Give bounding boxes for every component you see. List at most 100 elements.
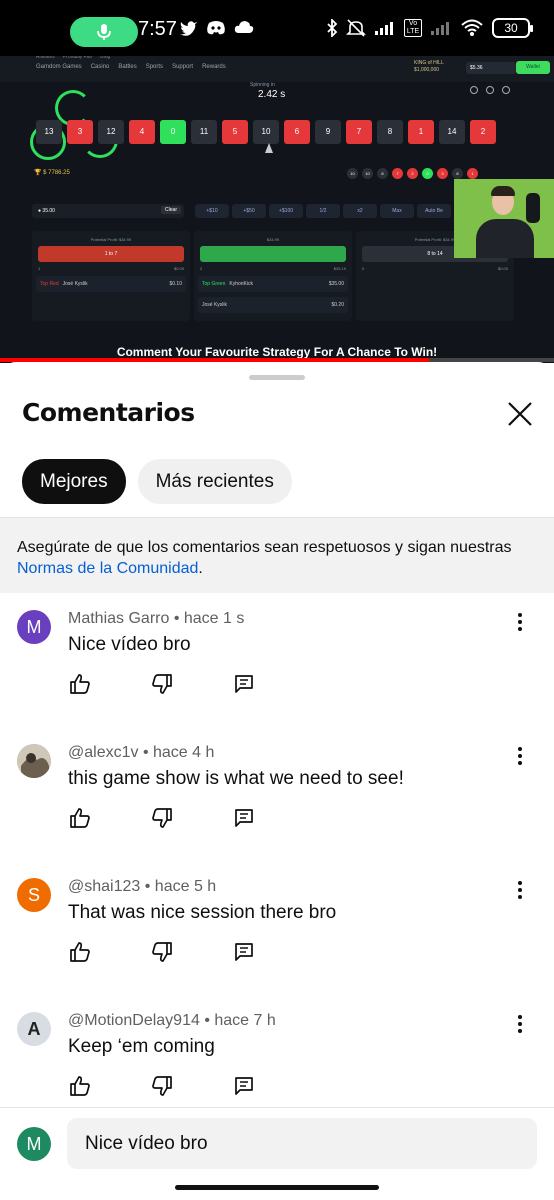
- comment-meta: @shai123 • hace 5 h: [68, 878, 217, 895]
- roulette-tile: 1: [408, 120, 434, 144]
- roulette-tile: 9: [315, 120, 341, 144]
- recent-result: 0: [422, 168, 433, 179]
- community-guidelines-link[interactable]: Normas de la Comunidad: [17, 560, 198, 577]
- recent-result: 10: [347, 168, 358, 179]
- roulette-tile: 0: [160, 120, 186, 144]
- comment-text: Keep ‘em coming: [68, 1036, 215, 1057]
- video-player[interactable]: Affiliates Provably Fair Blog Gamdom Games…: [0, 56, 554, 363]
- comment-author: @shai123: [68, 878, 141, 895]
- more-options-icon[interactable]: [510, 744, 530, 768]
- battery-indicator: 30: [492, 18, 533, 38]
- comment-time: hace 1 s: [183, 610, 245, 627]
- spinning-time: 2.42 s: [258, 89, 286, 100]
- comment-author: Mathias Garro: [68, 610, 170, 627]
- roulette-tile: 11: [191, 120, 217, 144]
- reply-icon[interactable]: [232, 806, 256, 830]
- site-sublink: Blog: [100, 56, 111, 60]
- dislike-icon[interactable]: [150, 806, 174, 830]
- site-link: Casino: [90, 64, 110, 70]
- bet-quick-button: 1/2: [306, 204, 340, 218]
- comment-avatar[interactable]: A: [17, 1012, 51, 1046]
- more-options-icon[interactable]: [510, 610, 530, 634]
- site-link: Battles: [118, 64, 137, 70]
- bet-quick-button: +$100: [269, 204, 303, 218]
- dislike-icon[interactable]: [150, 672, 174, 696]
- like-icon[interactable]: [68, 672, 92, 696]
- status-bar: 7:57 Vo LTE 30: [0, 0, 554, 56]
- microphone-icon: [97, 24, 111, 40]
- more-options-icon[interactable]: [510, 1012, 530, 1036]
- recent-result: 2: [407, 168, 418, 179]
- reply-icon[interactable]: [232, 940, 256, 964]
- more-options-icon[interactable]: [510, 878, 530, 902]
- drag-handle[interactable]: [249, 375, 305, 380]
- recent-result: 8: [452, 168, 463, 179]
- comment-avatar[interactable]: M: [17, 610, 51, 644]
- clock: 7:57: [138, 18, 177, 40]
- site-link: Rewards: [202, 64, 226, 70]
- comment-item: @alexc1v • hace 4 h this game show is wha…: [0, 744, 554, 878]
- site-sublinks: Affiliates Provably Fair Blog: [36, 56, 110, 60]
- dislike-icon[interactable]: [150, 1074, 174, 1098]
- comment-avatar[interactable]: S: [17, 878, 51, 912]
- site-sublink: Affiliates: [36, 56, 55, 60]
- tab-mejores[interactable]: Mejores: [22, 459, 126, 504]
- roulette-pointer: [265, 143, 273, 153]
- comment-avatar[interactable]: [17, 744, 51, 778]
- bet-column: $34.99 2 $35.19 Top Green KyhonKick $35.00 Jos…: [194, 231, 352, 321]
- dislike-icon[interactable]: [150, 940, 174, 964]
- bet-amount-field: ● 35.00 Clear: [32, 204, 184, 218]
- tab-mas-recientes[interactable]: Más recientes: [137, 459, 292, 504]
- roulette-tile: 5: [222, 120, 248, 144]
- roulette-tile: 4: [129, 120, 155, 144]
- site-controls: [470, 86, 510, 94]
- spinning-label: Spinning in: [250, 82, 275, 88]
- comment-meta: Mathias Garro • hace 1 s: [68, 610, 245, 627]
- trophy-amount: 🏆 $ 7786.25: [34, 170, 70, 176]
- comment-actions: [68, 806, 256, 830]
- roulette-tile: 2: [470, 120, 496, 144]
- recent-result: 3: [437, 168, 448, 179]
- comment-actions: [68, 940, 256, 964]
- roulette-tile: 13: [36, 120, 62, 144]
- reply-icon[interactable]: [232, 672, 256, 696]
- brand-logo: KING of HILL $1,000,000: [414, 60, 444, 73]
- site-link: Gamdom Games: [36, 64, 82, 70]
- signal-icon: [375, 22, 393, 35]
- mic-active-indicator[interactable]: [70, 17, 138, 47]
- roulette-tile: 6: [284, 120, 310, 144]
- signal-weak-icon: [431, 22, 449, 35]
- sort-tabs: Mejores Más recientes: [22, 459, 292, 504]
- roulette-tile: 14: [439, 120, 465, 144]
- volte-badge: Vo LTE: [404, 19, 422, 37]
- like-icon[interactable]: [68, 940, 92, 964]
- bet-quick-button: +$10: [195, 204, 229, 218]
- comment-meta: @alexc1v • hace 4 h: [68, 744, 215, 761]
- bluetooth-icon: [327, 19, 338, 37]
- comment-actions: [68, 1074, 256, 1098]
- close-icon[interactable]: [505, 399, 535, 429]
- roulette-tile: 10: [253, 120, 279, 144]
- video-frame: Affiliates Provably Fair Blog Gamdom Games…: [0, 56, 554, 358]
- roulette-tile: 7: [346, 120, 372, 144]
- comment-time: hace 5 h: [154, 878, 217, 895]
- comment-text: Nice vídeo bro: [68, 634, 191, 655]
- composer-avatar: M: [17, 1127, 51, 1161]
- bet-quick-button: +$50: [232, 204, 266, 218]
- reply-icon[interactable]: [232, 1074, 256, 1098]
- comment-meta: @MotionDelay914 • hace 7 h: [68, 1012, 276, 1029]
- like-icon[interactable]: [68, 1074, 92, 1098]
- bet-quick-button: x2: [343, 204, 377, 218]
- twitter-icon: [180, 21, 197, 36]
- comment-input[interactable]: Nice vídeo bro: [67, 1118, 537, 1169]
- sheet-title: Comentarios: [22, 398, 195, 427]
- recent-results: 10 10 8 7 2 0 3 8 1: [347, 168, 478, 179]
- discord-icon: [207, 21, 225, 35]
- site-links: Gamdom Games Casino Battles Sports Support Re…: [36, 64, 226, 70]
- site-link: Support: [172, 64, 194, 70]
- recent-result: 1: [467, 168, 478, 179]
- gesture-nav-bar[interactable]: [175, 1185, 379, 1190]
- like-icon[interactable]: [68, 806, 92, 830]
- community-notice: Asegúrate de que los comentarios sean re…: [0, 517, 554, 593]
- site-link: Sports: [145, 64, 164, 70]
